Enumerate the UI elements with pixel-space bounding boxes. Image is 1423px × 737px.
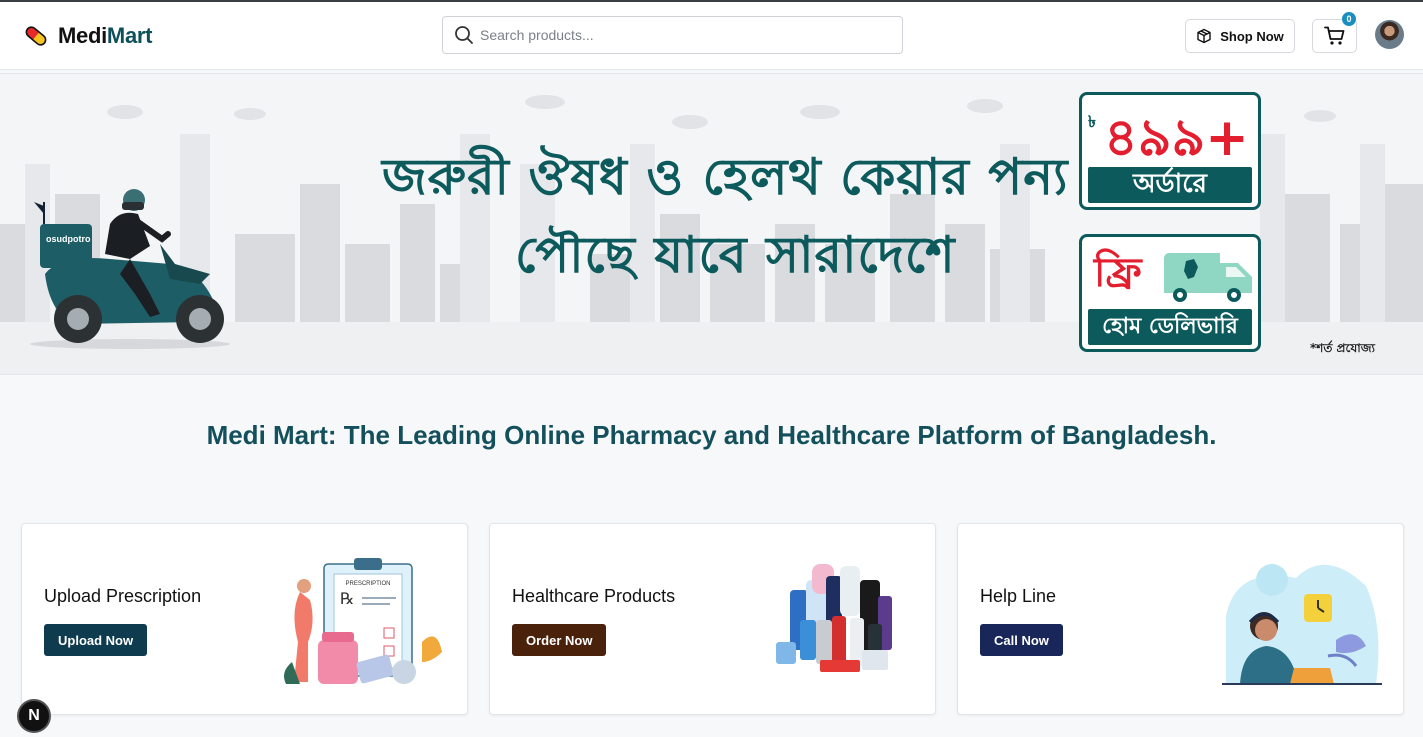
cart-icon (1323, 26, 1344, 45)
shop-now-button[interactable]: Shop Now (1185, 19, 1295, 53)
call-now-button[interactable]: Call Now (980, 624, 1063, 656)
svg-text:℞: ℞ (340, 589, 354, 608)
banner-heading-line1: জরুরী ঔষধ ও হেলথ কেয়ার পন্য (382, 148, 1069, 206)
help-line-card: Help Line Call Now (957, 523, 1404, 715)
healthcare-products-card: Healthcare Products Order Now (489, 523, 936, 715)
order-now-button[interactable]: Order Now (512, 624, 607, 656)
search-bar[interactable] (442, 16, 903, 54)
search-input[interactable] (480, 27, 880, 43)
help-line-illustration (1222, 564, 1382, 685)
search-icon (455, 26, 473, 44)
conditions-apply-note: *শর্ত প্রযোজ্য (1310, 341, 1375, 355)
brand-name: MediMart (58, 23, 153, 48)
upload-now-button[interactable]: Upload Now (44, 624, 148, 656)
box-icon (1197, 28, 1211, 44)
card-title: Help Line (980, 586, 1057, 606)
min-order-box: ৳ ৪৯৯+ অর্ডারে (1079, 92, 1261, 210)
scooter-box-text: osudpotro (46, 234, 91, 244)
page-headline: Medi Mart: The Leading Online Pharmacy a… (206, 420, 1217, 450)
free-delivery-box: ফ্রি হোম ডেলিভারি (1079, 234, 1261, 352)
upload-prescription-card: Upload Prescription Upload Now PRESCRIPT… (21, 523, 468, 715)
site-header: MediMart Shop Now (0, 2, 1423, 70)
user-avatar[interactable] (1375, 20, 1404, 49)
healthcare-products-illustration (776, 564, 892, 672)
free-label: ফ্রি (1094, 250, 1142, 296)
prescription-label: PRESCRIPTION (345, 581, 390, 587)
promo-banner[interactable]: osudpotro জরুরী ঔষধ ও হেলথ কেয়ার পন্য প… (0, 73, 1423, 375)
home-delivery-label: হোম ডেলিভারি (1088, 309, 1252, 345)
banner-heading-line2: পৌছে যাবে সারাদেশে (515, 226, 956, 284)
cart-count-badge: 0 (1342, 12, 1356, 26)
card-title: Upload Prescription (44, 586, 202, 606)
currency-symbol: ৳ (1088, 114, 1096, 131)
brand-logo[interactable]: MediMart (22, 22, 152, 50)
card-title: Healthcare Products (512, 586, 676, 606)
min-order-label: অর্ডারে (1088, 167, 1252, 203)
shop-now-label: Shop Now (1220, 28, 1284, 44)
pill-icon (25, 26, 47, 46)
delivery-van-icon (1164, 253, 1252, 302)
prescription-illustration: PRESCRIPTION ℞ (284, 558, 442, 684)
nextjs-dev-indicator[interactable]: N (17, 699, 51, 733)
